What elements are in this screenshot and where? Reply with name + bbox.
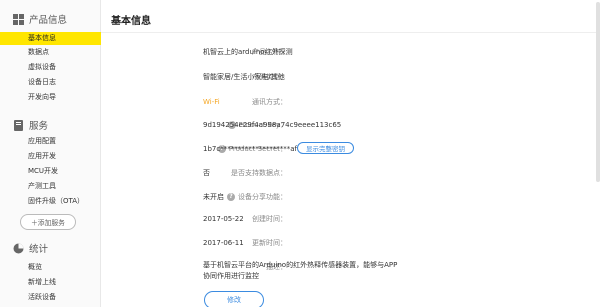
section-title: 服务 xyxy=(29,121,49,132)
field-value: 1b7c********************afd9 xyxy=(203,145,306,153)
field-label: ? 设备分享功能： xyxy=(227,190,287,204)
sidebar-item-dev-guide[interactable]: 开发向导 xyxy=(0,91,101,104)
help-icon[interactable]: ? xyxy=(227,193,235,201)
field-product-secret: ? Product Secret： 1b7c******************… xyxy=(101,142,600,156)
show-full-secret-button[interactable]: 显示完整密钥 xyxy=(297,142,354,154)
sidebar-item-overview[interactable]: 概览 xyxy=(0,261,101,274)
sidebar-item-datapoints[interactable]: 数据点 xyxy=(0,46,101,59)
add-service-button[interactable]: ＋添加服务 xyxy=(20,214,76,230)
field-label: 是否支持数据点： xyxy=(231,169,287,177)
grid-icon xyxy=(12,13,24,25)
sidebar-item-virtual-device[interactable]: 虚拟设备 xyxy=(0,61,101,74)
sidebar-item-basic-info[interactable]: 基本信息 xyxy=(0,32,101,45)
field-value: 未开启 xyxy=(203,193,224,201)
field-value: 否 xyxy=(203,169,210,177)
pie-chart-icon xyxy=(12,242,24,254)
sidebar-item-new-online[interactable]: 新增上线 xyxy=(0,276,101,289)
sidebar-item-app-config[interactable]: 应用配置 xyxy=(0,135,101,148)
section-product-info: 产品信息 xyxy=(12,11,67,27)
field-value: 2017-06-11 xyxy=(203,239,244,247)
field-label: 创建时间： xyxy=(252,215,287,223)
page-title: 基本信息 xyxy=(111,16,151,27)
edit-button[interactable]: 修改 xyxy=(204,291,264,307)
field-product-key: ? Product Key： 9d194254e29f4a998a74c9eee… xyxy=(101,118,600,132)
field-label: 更新时间： xyxy=(252,239,287,247)
sidebar-item-app-dev[interactable]: 应用开发 xyxy=(0,150,101,163)
field-comm-method: 通讯方式： Wi-Fi xyxy=(101,95,600,109)
field-device-share: ? 设备分享功能： 未开启 xyxy=(101,190,600,204)
sidebar-item-test-tool[interactable]: 产测工具 xyxy=(0,180,101,193)
field-value: 机智云上的arduino红外探测 xyxy=(203,48,293,56)
sidebar-item-active-devices[interactable]: 活跃设备 xyxy=(0,291,101,304)
label-text: 设备分享功能： xyxy=(238,193,287,201)
field-value: 9d194254e29f4a998a74c9eeee113c65 xyxy=(203,121,342,129)
field-supports-datapoints: 是否支持数据点： 否 xyxy=(101,166,600,180)
field-product-type: 产品类型： 智能家居/生活小家电/其他 xyxy=(101,70,600,84)
sidebar-item-ota[interactable]: 固件升级（OTA） xyxy=(0,195,101,208)
field-label: 通讯方式： xyxy=(252,98,287,106)
section-stats: 统计 xyxy=(12,240,48,256)
field-updated-time: 更新时间： 2017-06-11 xyxy=(101,236,600,250)
field-description: 描述： 基于机智云平台的Arduino的红外热释传感器装置，能够与APP协同作用… xyxy=(101,260,600,286)
section-title: 统计 xyxy=(29,244,49,255)
sidebar-item-device-log[interactable]: 设备日志 xyxy=(0,76,101,89)
section-service: 服务 xyxy=(12,117,48,133)
divider xyxy=(101,32,600,33)
field-value: 2017-05-22 xyxy=(203,215,244,223)
field-value: 基于机智云平台的Arduino的红外热释传感器装置，能够与APP协同作用进行监控 xyxy=(203,261,398,280)
section-title: 产品信息 xyxy=(29,15,68,26)
sidebar: 产品信息 基本信息 数据点 虚拟设备 设备日志 开发向导 服务 应用配置 应用开… xyxy=(0,0,101,307)
sidebar-item-mcu-dev[interactable]: MCU开发 xyxy=(0,165,101,178)
field-value: Wi-Fi xyxy=(203,98,220,106)
main-content: 基本信息 产品名称： 机智云上的arduino红外探测 产品类型： 智能家居/生… xyxy=(101,0,600,307)
field-created-time: 创建时间： 2017-05-22 xyxy=(101,212,600,226)
field-value: 智能家居/生活小家电/其他 xyxy=(203,73,285,81)
book-icon xyxy=(12,119,24,131)
field-product-name: 产品名称： 机智云上的arduino红外探测 xyxy=(101,45,600,59)
